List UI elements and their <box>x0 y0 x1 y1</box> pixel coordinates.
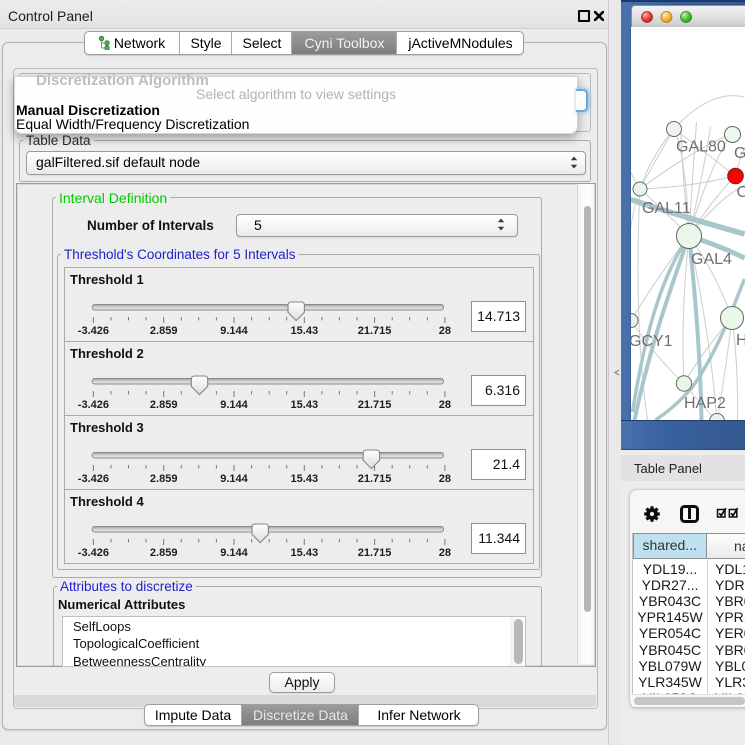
svg-text:15.43: 15.43 <box>291 473 319 485</box>
svg-text:GAL80: GAL80 <box>676 139 726 156</box>
svg-text:21.715: 21.715 <box>358 325 392 337</box>
svg-text:GAL11: GAL11 <box>642 200 691 217</box>
svg-text:9.144: 9.144 <box>220 325 248 337</box>
svg-text:28: 28 <box>439 399 451 411</box>
svg-text:2.859: 2.859 <box>150 547 178 559</box>
svg-text:HAP2: HAP2 <box>684 395 726 412</box>
svg-text:15.43: 15.43 <box>291 547 319 559</box>
svg-text:-3.426: -3.426 <box>78 325 109 337</box>
svg-text:2.859: 2.859 <box>150 325 178 337</box>
svg-text:21.715: 21.715 <box>358 399 392 411</box>
svg-text:28: 28 <box>439 325 451 337</box>
svg-text:9.144: 9.144 <box>220 473 248 485</box>
svg-text:GAL4: GAL4 <box>691 251 732 268</box>
svg-text:GCY1: GCY1 <box>631 333 673 350</box>
svg-text:GAL: GAL <box>734 145 745 162</box>
svg-text:-3.426: -3.426 <box>78 399 109 411</box>
svg-text:28: 28 <box>439 473 451 485</box>
svg-text:21.715: 21.715 <box>358 547 392 559</box>
svg-text:C: C <box>737 184 745 201</box>
svg-text:28: 28 <box>439 547 451 559</box>
svg-text:9.144: 9.144 <box>220 399 248 411</box>
svg-text:15.43: 15.43 <box>291 399 319 411</box>
svg-text:-3.426: -3.426 <box>78 473 109 485</box>
svg-text:-3.426: -3.426 <box>78 547 109 559</box>
svg-text:2.859: 2.859 <box>150 399 178 411</box>
svg-text:21.715: 21.715 <box>358 473 392 485</box>
svg-text:9.144: 9.144 <box>220 547 248 559</box>
svg-text:H: H <box>736 332 745 349</box>
svg-text:15.43: 15.43 <box>291 325 319 337</box>
svg-text:2.859: 2.859 <box>150 473 178 485</box>
